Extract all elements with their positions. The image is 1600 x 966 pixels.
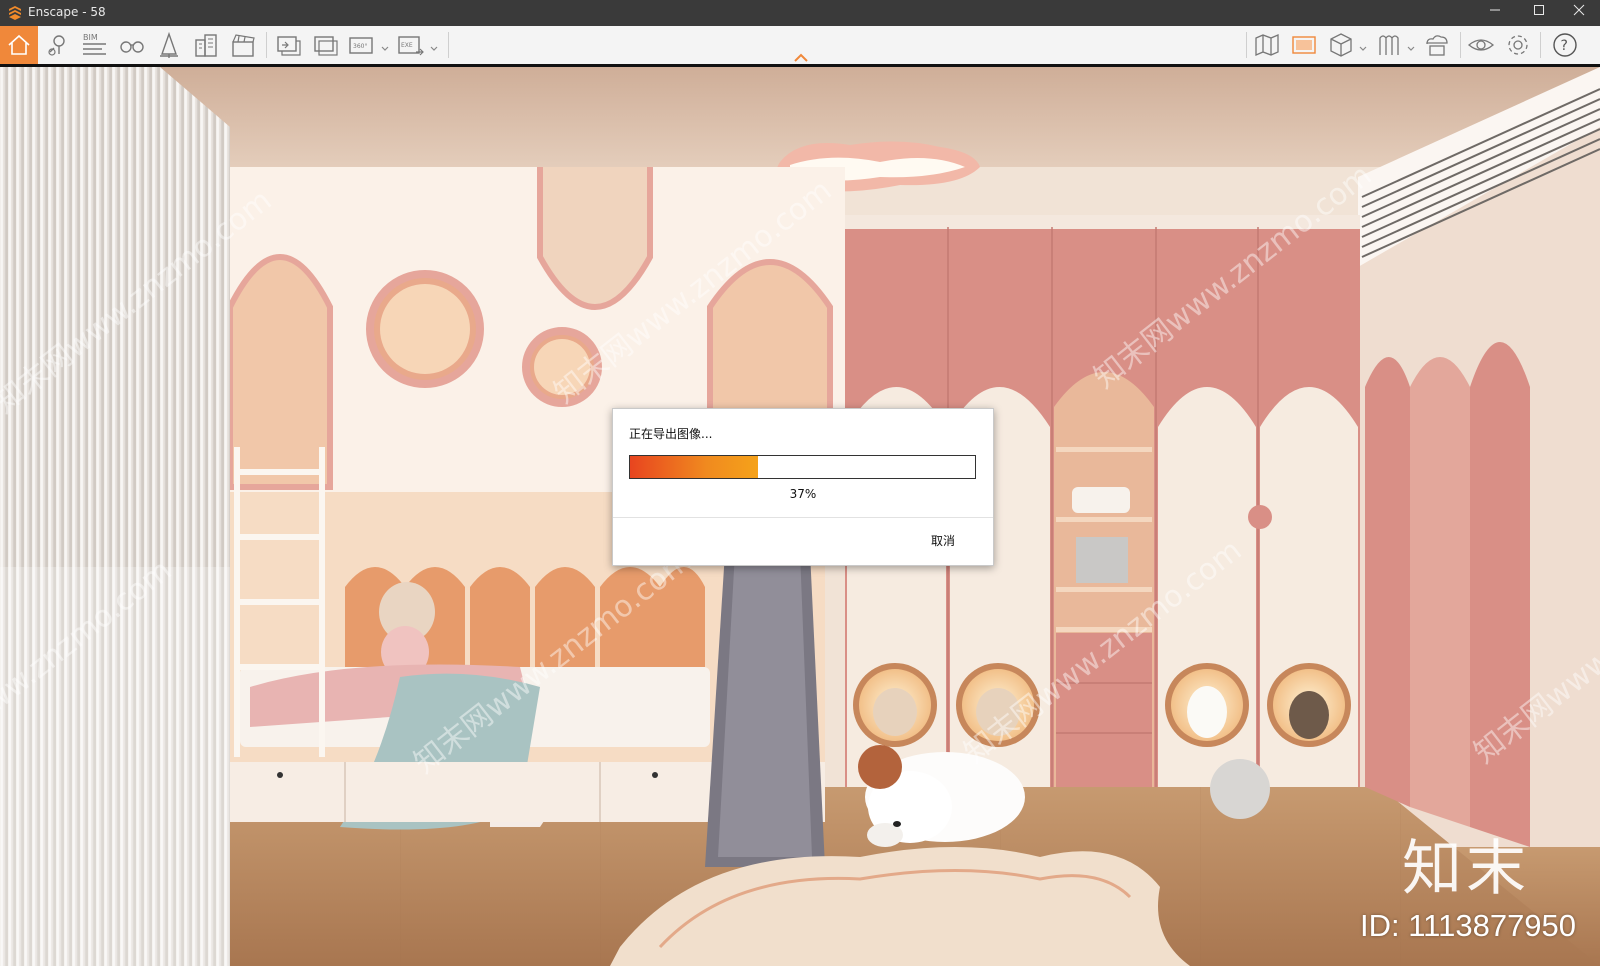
cancel-button[interactable]: 取消 xyxy=(913,531,973,551)
dialog-title: 正在导出图像... xyxy=(629,427,713,441)
toolbar-separator xyxy=(266,32,267,58)
help-icon: ? xyxy=(1553,33,1577,57)
panorama-button[interactable]: 360° xyxy=(347,30,377,60)
enscape-logo-icon xyxy=(7,5,23,21)
batch-render-icon xyxy=(314,36,338,56)
close-button[interactable] xyxy=(1558,0,1600,26)
main-toolbar: BIM 360° EXE ? xyxy=(0,26,1600,65)
maximize-button[interactable] xyxy=(1518,0,1560,26)
asset-library-icon xyxy=(1379,35,1399,55)
toolbar-separator xyxy=(1460,32,1461,58)
cube-button[interactable] xyxy=(1326,30,1356,60)
batch-render-button[interactable] xyxy=(310,30,340,60)
asset-library-button[interactable] xyxy=(1374,30,1404,60)
clapperboard-icon xyxy=(232,34,255,57)
toolbar-separator xyxy=(1246,32,1247,58)
progress-percent-label: 37% xyxy=(789,487,817,501)
maximize-icon xyxy=(1534,5,1544,15)
window-title: Enscape - 58 xyxy=(28,5,106,19)
upload-button[interactable] xyxy=(1422,30,1452,60)
upload-cloud-icon xyxy=(1426,35,1448,56)
location-pin-button[interactable] xyxy=(42,30,72,60)
toolbar-separator xyxy=(448,32,449,58)
minimize-icon xyxy=(1490,9,1500,11)
eye-button[interactable] xyxy=(1466,30,1496,60)
binoculars-button[interactable] xyxy=(117,30,147,60)
screenshot-button[interactable] xyxy=(273,30,303,60)
cube-dropdown-chevron-icon[interactable] xyxy=(1358,39,1368,51)
watermark-logo: 知末 xyxy=(1402,834,1530,904)
binoculars-icon xyxy=(120,41,144,53)
settings-button[interactable] xyxy=(1503,30,1533,60)
map-button[interactable] xyxy=(1252,30,1282,60)
svg-text:EXE: EXE xyxy=(401,42,413,49)
export-exe-button[interactable]: EXE xyxy=(396,30,426,60)
settings-gear-icon xyxy=(1508,35,1528,55)
svg-text:?: ? xyxy=(1561,38,1568,54)
watermark-id: ID: 1113877950 xyxy=(1360,908,1577,943)
buildings-button[interactable] xyxy=(191,30,221,60)
nature-icon xyxy=(160,31,178,58)
home-icon xyxy=(8,34,30,55)
collapse-toolbar-chevron-icon[interactable] xyxy=(792,50,810,64)
buildings-icon xyxy=(195,34,217,57)
screenshot-export-icon xyxy=(277,36,301,56)
map-icon xyxy=(1255,34,1279,56)
toolbar-separator xyxy=(1540,32,1541,58)
image-view-button[interactable] xyxy=(1289,30,1319,60)
help-button[interactable]: ? xyxy=(1550,30,1580,60)
export-exe-icon: EXE xyxy=(398,36,424,56)
panorama-dropdown-chevron-icon[interactable] xyxy=(380,39,390,51)
export-progress-bar xyxy=(629,455,976,479)
export-dropdown-chevron-icon[interactable] xyxy=(429,39,439,51)
dialog-divider xyxy=(613,517,993,518)
close-icon xyxy=(1573,4,1585,16)
minimize-button[interactable] xyxy=(1474,0,1516,26)
image-view-icon xyxy=(1292,36,1316,54)
home-button[interactable] xyxy=(0,26,38,64)
bim-button[interactable]: BIM xyxy=(80,30,110,60)
cube-icon xyxy=(1330,33,1352,57)
svg-text:360°: 360° xyxy=(353,43,367,50)
asset-dropdown-chevron-icon[interactable] xyxy=(1406,39,1416,51)
progress-bar-fill xyxy=(630,456,758,478)
panorama-360-icon: 360° xyxy=(349,37,373,54)
pin-location-icon xyxy=(48,35,65,56)
window-titlebar: Enscape - 58 xyxy=(0,0,1600,26)
video-button[interactable] xyxy=(228,30,258,60)
bim-icon: BIM xyxy=(83,33,106,55)
eye-icon xyxy=(1467,39,1495,51)
svg-text:BIM: BIM xyxy=(83,33,98,42)
nature-button[interactable] xyxy=(154,30,184,60)
export-progress-dialog: 正在导出图像... 37% 取消 xyxy=(612,408,994,566)
